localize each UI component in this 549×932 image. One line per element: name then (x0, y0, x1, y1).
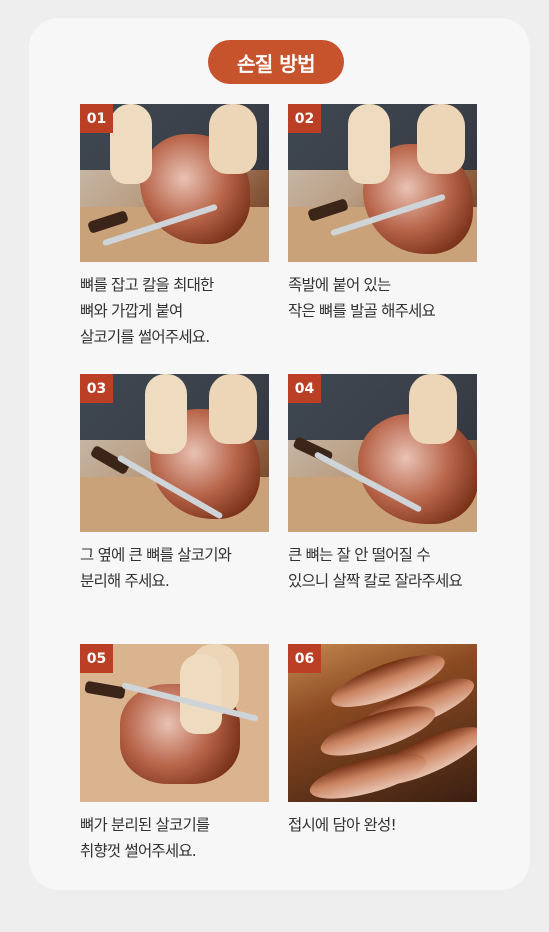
step-description: 접시에 담아 완성! (288, 816, 397, 834)
step-02: 02 족발에 붙어 있는 작은 뼈를 발골 해주세요 (288, 104, 477, 324)
step-06: 06 접시에 담아 완성! (288, 644, 477, 838)
step-number-badge: 06 (288, 644, 321, 673)
section-title: 손질 방법 (208, 40, 344, 84)
step-number-badge: 05 (80, 644, 113, 673)
step-description: 그 옆에 큰 뼈를 살코기와 분리해 주세요. (80, 546, 232, 590)
step-06-photo: 06 (288, 644, 477, 802)
step-description: 뼈가 분리된 살코기를 취향껏 썰어주세요. (80, 816, 210, 860)
step-03: 03 그 옆에 큰 뼈를 살코기와 분리해 주세요. (80, 374, 269, 594)
step-05-photo: 05 (80, 644, 269, 802)
step-description: 큰 뼈는 잘 안 떨어질 수 있으니 살짝 칼로 잘라주세요 (288, 546, 463, 590)
step-01: 01 뼈를 잡고 칼을 최대한 뼈와 가깝게 붙여 살코기를 썰어주세요. (80, 104, 269, 350)
step-number-badge: 01 (80, 104, 113, 133)
step-04-photo: 04 (288, 374, 477, 532)
step-description: 족발에 붙어 있는 작은 뼈를 발골 해주세요 (288, 276, 436, 320)
step-01-photo: 01 (80, 104, 269, 262)
step-04: 04 큰 뼈는 잘 안 떨어질 수 있으니 살짝 칼로 잘라주세요 (288, 374, 477, 594)
step-02-photo: 02 (288, 104, 477, 262)
step-number-badge: 02 (288, 104, 321, 133)
step-description: 뼈를 잡고 칼을 최대한 뼈와 가깝게 붙여 살코기를 썰어주세요. (80, 276, 214, 346)
step-number-badge: 03 (80, 374, 113, 403)
step-05: 05 뼈가 분리된 살코기를 취향껏 썰어주세요. (80, 644, 269, 864)
step-03-photo: 03 (80, 374, 269, 532)
step-number-badge: 04 (288, 374, 321, 403)
